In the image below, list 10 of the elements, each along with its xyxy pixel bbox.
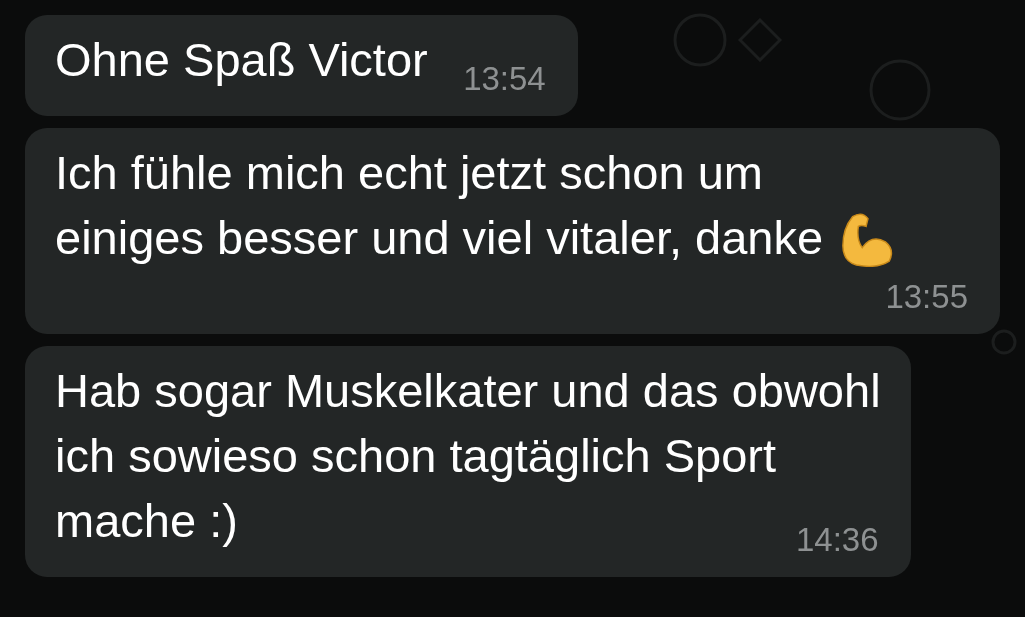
- message-text: Hab sogar Muskelkater und das obwohl: [55, 363, 881, 419]
- message-text: einiges besser und viel vitaler, danke: [55, 210, 824, 266]
- wallpaper-doodle: [990, 328, 1018, 356]
- message-text: ich sowieso schon tagtäglich Sport: [55, 428, 777, 484]
- message-time: 13:54: [463, 60, 546, 98]
- message-time: 13:55: [885, 278, 968, 316]
- message-text: mache :): [55, 493, 238, 549]
- message-time: 14:36: [796, 521, 879, 559]
- message-text: Ohne Spaß Victor: [55, 32, 428, 88]
- message-text: Ich fühle mich echt jetzt schon um: [55, 145, 763, 201]
